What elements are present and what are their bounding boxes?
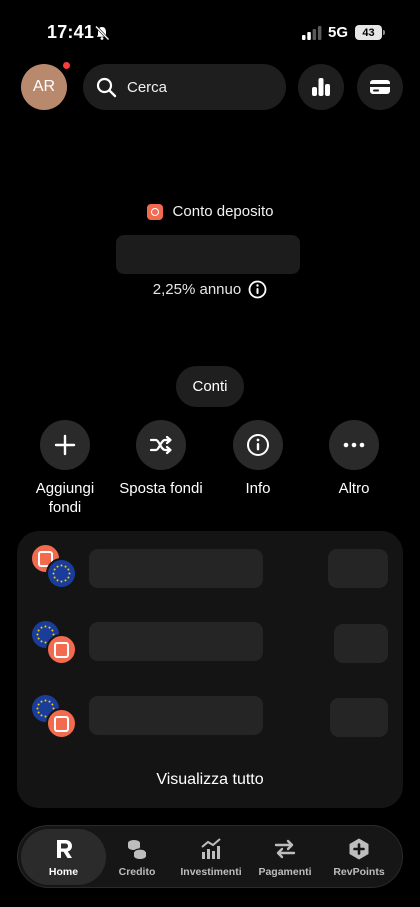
account-name: Conto deposito — [172, 203, 274, 220]
tab-home[interactable]: Home — [21, 829, 106, 885]
shuffle-icon — [149, 435, 172, 455]
notification-dot — [63, 62, 70, 69]
add-funds-label: Aggiungi fondi — [35, 480, 95, 516]
tab-payments[interactable]: Pagamenti — [248, 826, 322, 889]
chart-icon — [201, 838, 221, 859]
more-circle — [329, 420, 379, 470]
more-label: Altro — [338, 480, 370, 497]
coins-icon — [128, 840, 147, 859]
info-circle — [233, 420, 283, 470]
add-funds-button[interactable]: Aggiungi fondi — [10, 420, 120, 517]
signal-icon — [302, 26, 322, 40]
account-amount-hidden — [330, 698, 388, 737]
account-amount-hidden — [328, 549, 388, 588]
search-icon — [96, 77, 117, 97]
account-name-hidden — [89, 622, 263, 661]
list-item[interactable] — [17, 619, 403, 675]
accounts-card: Visualizza tutto — [17, 531, 403, 808]
search-placeholder: Cerca — [127, 78, 168, 96]
avatar[interactable]: AR — [21, 64, 67, 110]
savings-coin-icon — [46, 708, 77, 739]
info-button[interactable]: Info — [203, 420, 313, 498]
search-input[interactable]: Cerca — [83, 64, 286, 110]
list-item[interactable] — [17, 543, 403, 599]
transfer-arrows-icon — [274, 839, 296, 859]
header: AR Cerca — [0, 62, 420, 112]
view-all-link[interactable]: Visualizza tutto — [17, 771, 403, 789]
tab-credit-label: Credito — [118, 866, 156, 878]
move-funds-label: Sposta fondi — [119, 480, 203, 497]
status-bar: 17:41 5G 43 — [0, 0, 420, 62]
analytics-button[interactable] — [298, 64, 344, 110]
quick-actions: Aggiungi fondi Sposta fondi Info Altro — [0, 420, 420, 520]
info-label: Info — [245, 480, 271, 497]
tab-revpoints-label: RevPoints — [333, 866, 385, 878]
move-funds-button[interactable]: Sposta fondi — [106, 420, 216, 498]
revolut-logo-icon — [56, 839, 72, 858]
network-label: 5G — [328, 24, 349, 41]
bell-muted-icon — [95, 25, 110, 41]
card-icon — [370, 80, 390, 94]
tab-credit[interactable]: Credito — [100, 826, 174, 889]
balance-hidden — [116, 235, 300, 274]
tab-investments[interactable]: Investimenti — [174, 826, 248, 889]
info-icon — [247, 434, 269, 456]
move-funds-circle — [136, 420, 186, 470]
list-item[interactable] — [17, 693, 403, 749]
hexagon-plus-icon — [349, 838, 369, 860]
cards-button[interactable] — [357, 64, 403, 110]
interest-rate[interactable]: 2,25% annuo — [0, 280, 420, 299]
accounts-pill[interactable]: Conti — [176, 366, 244, 407]
info-icon — [248, 280, 267, 299]
tab-home-label: Home — [48, 865, 79, 878]
tab-revpoints[interactable]: RevPoints — [322, 826, 396, 889]
tab-bar: Home Credito Investimenti Pagamenti RevP… — [17, 825, 403, 888]
battery-icon: 43 — [355, 25, 382, 40]
rate-label: 2,25% annuo — [152, 281, 242, 298]
eu-flag-icon — [46, 558, 77, 589]
account-title[interactable]: Conto deposito — [0, 203, 420, 220]
tab-payments-label: Pagamenti — [258, 866, 312, 878]
savings-coin-icon — [46, 634, 77, 665]
account-name-hidden — [89, 696, 263, 735]
tab-investments-label: Investimenti — [180, 866, 242, 878]
more-button[interactable]: Altro — [299, 420, 409, 498]
account-amount-hidden — [334, 624, 388, 663]
add-funds-circle — [40, 420, 90, 470]
account-summary: Conto deposito 2,25% annuo — [0, 203, 420, 299]
status-time: 17:41 — [47, 22, 95, 42]
savings-icon — [146, 203, 163, 220]
account-name-hidden — [89, 549, 263, 588]
plus-icon — [54, 434, 76, 456]
bar-chart-icon — [312, 78, 330, 96]
more-icon — [343, 442, 365, 448]
battery-tip — [383, 30, 385, 35]
